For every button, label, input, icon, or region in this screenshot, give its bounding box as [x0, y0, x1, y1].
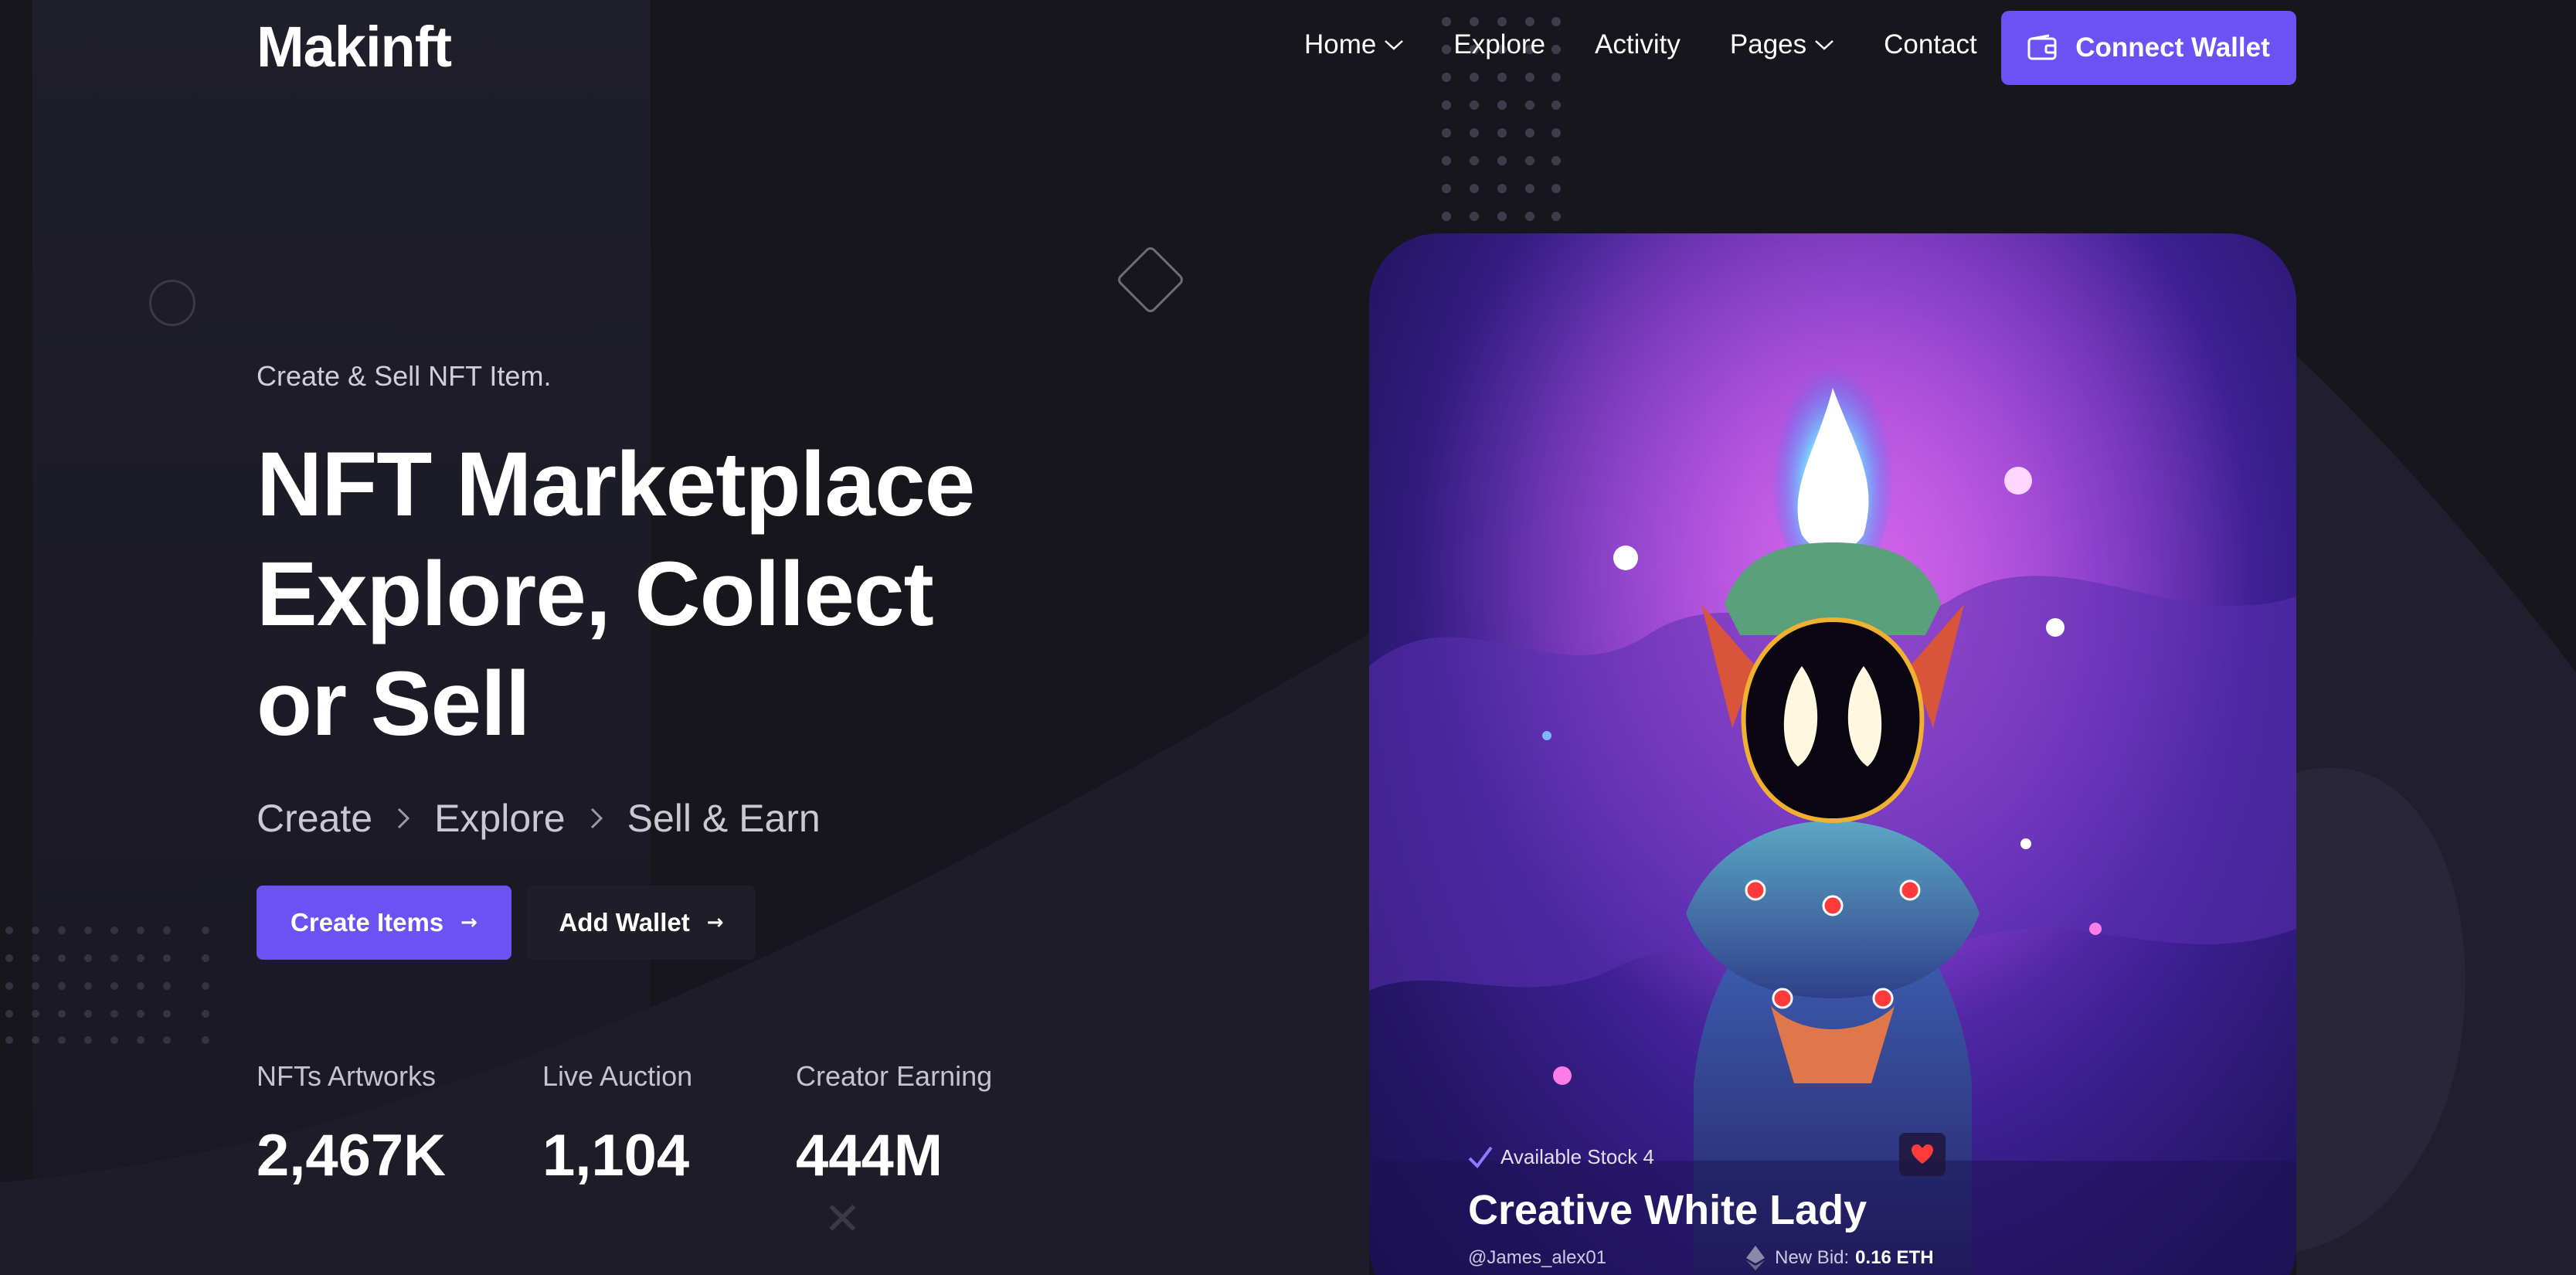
ethereum-icon — [1746, 1246, 1765, 1270]
stat-value: 444M — [796, 1123, 943, 1188]
nav-item-label: Explore — [1453, 29, 1546, 60]
stat-value: 2,467K — [257, 1123, 447, 1188]
x-decoration-icon: ✕ — [824, 1192, 861, 1245]
hero-title-line: Explore, Collect — [257, 543, 934, 645]
stats: NFTs Artworks 2,467K Live Auction 1,104 … — [257, 1060, 1028, 1189]
nav-item-label: Contact — [1884, 29, 1977, 60]
nav-item-label: Activity — [1595, 29, 1681, 60]
nft-artwork — [1369, 233, 2296, 1275]
stat-live-auction: Live Auction 1,104 — [542, 1060, 796, 1189]
nav-item-contact[interactable]: Contact — [1884, 29, 1977, 60]
step-create: Create — [257, 797, 373, 840]
chevron-right-icon — [590, 808, 603, 829]
nav-item-pages[interactable]: Pages — [1730, 29, 1834, 60]
hero-title: NFT Marketplace Explore, Collect or Sell — [257, 430, 1184, 759]
bid-value: 0.16 ETH — [1855, 1247, 1934, 1268]
hero-subtitle: Create & Sell NFT Item. — [257, 360, 552, 392]
check-icon — [1468, 1146, 1493, 1168]
create-items-label: Create Items — [291, 908, 444, 937]
main-nav: Home Explore Activity Pages Contact — [1304, 29, 2027, 60]
step-sell-earn: Sell & Earn — [627, 797, 821, 840]
connect-wallet-button[interactable]: Connect Wallet — [2001, 11, 2296, 85]
stat-label: Live Auction — [542, 1060, 693, 1092]
stat-creator-earning: Creator Earning 444M — [796, 1060, 1028, 1189]
stat-label: Creator Earning — [796, 1060, 993, 1092]
logo[interactable]: Makinft — [257, 14, 452, 80]
step-explore: Explore — [434, 797, 566, 840]
arrow-right-icon: → — [460, 911, 477, 934]
stock-row: Available Stock 4 — [1468, 1145, 2202, 1169]
stat-nfts-artworks: NFTs Artworks 2,467K — [257, 1060, 542, 1189]
hero-title-line: NFT Marketplace — [257, 434, 975, 536]
steps-breadcrumb: Create Explore Sell & Earn — [257, 796, 821, 841]
nft-title[interactable]: Creative White Lady — [1468, 1186, 2202, 1234]
favorite-button[interactable] — [1899, 1133, 1946, 1176]
stat-label: NFTs Artworks — [257, 1060, 437, 1092]
chevron-down-icon — [1385, 40, 1404, 50]
hero-title-line: or Sell — [257, 653, 531, 755]
wallet-icon — [2027, 34, 2057, 60]
bid-info: New Bid: 0.16 ETH — [1745, 1245, 1934, 1271]
bid-label: New Bid: — [1775, 1247, 1850, 1268]
nav-item-label: Pages — [1729, 29, 1807, 60]
nft-meta: @James_alex01 New Bid: 0.16 ETH — [1468, 1245, 2202, 1271]
nft-card-info: Available Stock 4 Creative White Lady @J… — [1468, 1133, 2202, 1271]
connect-wallet-label: Connect Wallet — [2075, 32, 2270, 63]
arrow-right-icon: → — [706, 911, 724, 934]
add-wallet-label: Add Wallet — [559, 908, 690, 937]
create-items-button[interactable]: Create Items → — [257, 886, 511, 960]
heart-icon — [1912, 1144, 1933, 1164]
stock-label: Available Stock 4 — [1500, 1145, 1654, 1168]
nft-card[interactable]: Available Stock 4 Creative White Lady @J… — [1369, 233, 2296, 1275]
owner-handle[interactable]: @James_alex01 — [1468, 1247, 1606, 1269]
stat-value: 1,104 — [542, 1123, 690, 1188]
add-wallet-button[interactable]: Add Wallet → — [527, 886, 756, 960]
nav-item-label: Home — [1304, 29, 1377, 60]
nav-item-explore[interactable]: Explore — [1453, 29, 1545, 60]
ring-decoration — [149, 280, 195, 326]
nav-item-activity[interactable]: Activity — [1595, 29, 1681, 60]
nav-item-home[interactable]: Home — [1304, 29, 1404, 60]
dots-pattern — [5, 926, 209, 1044]
chevron-down-icon — [1815, 40, 1833, 50]
page: ✕ Makinft Home Explore Activity Pages Co… — [0, 0, 2576, 1275]
chevron-right-icon — [398, 808, 410, 829]
